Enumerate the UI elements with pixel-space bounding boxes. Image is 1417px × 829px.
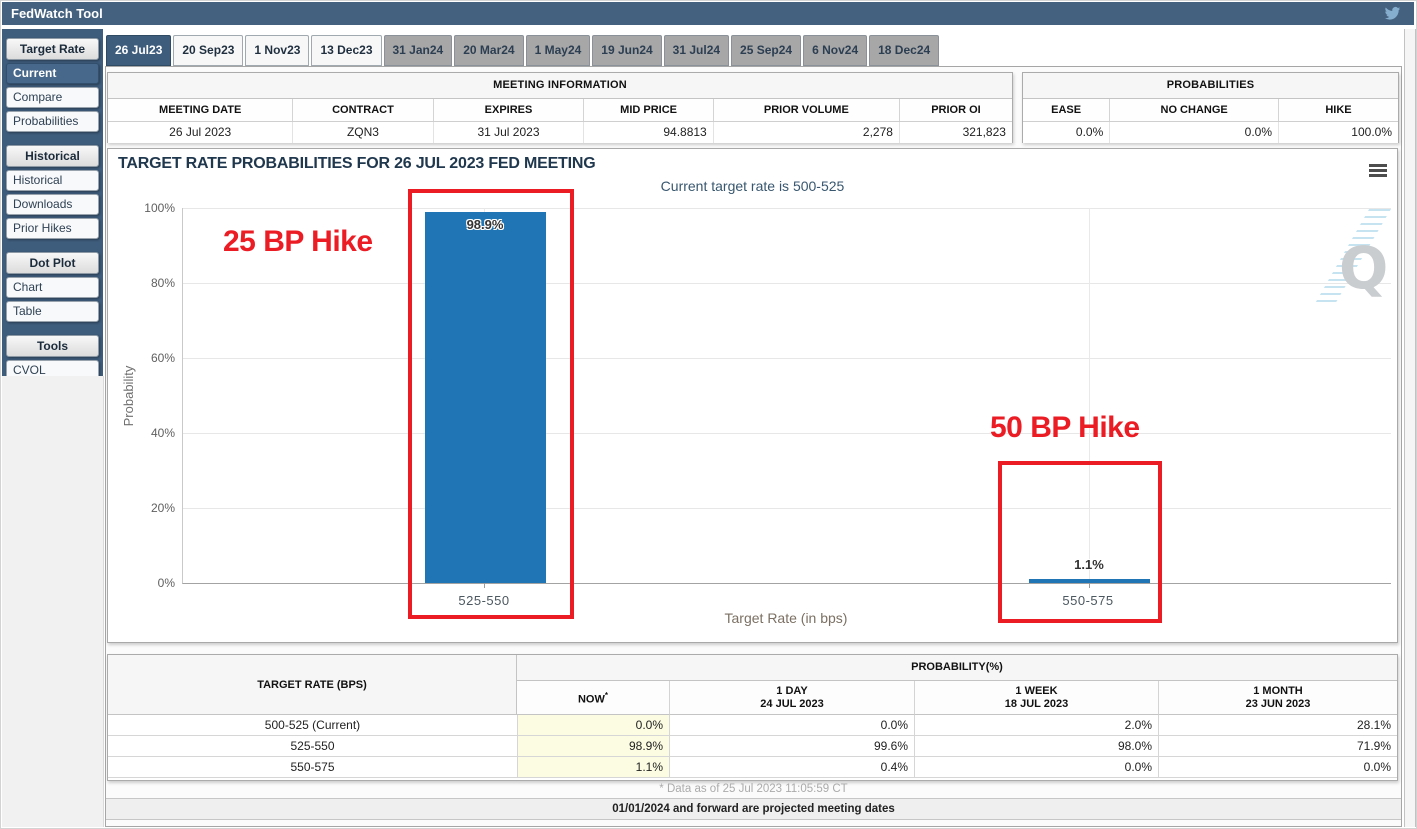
meeting-date-tabs: 26 Jul23 20 Sep23 1 Nov23 13 Dec23 31 Ja… [106,34,939,66]
annotation-text-25bp: 25 BP Hike [223,225,373,259]
value-prior-volume: 2,278 [713,122,899,143]
value-no-change: 0.0% [1109,122,1278,143]
y-tick-0: 0% [115,576,175,590]
cell-550-575-1day: 0.4% [669,757,914,778]
app-title: FedWatch Tool [11,2,103,25]
cell-500-525-1month: 28.1% [1158,715,1397,736]
sidebar-item-historical[interactable]: Historical [6,170,99,191]
sidebar-item-prior-hikes[interactable]: Prior Hikes [6,218,99,239]
cell-525-550-1day: 99.6% [669,736,914,757]
tab-1-may24[interactable]: 1 May24 [526,35,591,66]
col-header-mid-price: MID PRICE [583,99,712,121]
col-header-1-week: 1 WEEK 18 JUL 2023 [914,681,1158,715]
twitter-icon[interactable] [1384,5,1401,22]
row-label-550-575: 550-575 [108,757,517,778]
value-hike: 100.0% [1278,122,1398,143]
sidebar-item-chart[interactable]: Chart [6,277,99,298]
col-header-meeting-date: MEETING DATE [108,99,292,121]
col-header-now: NOW* [517,681,669,715]
left-rail-background [2,376,104,827]
sidebar-header-historical: Historical [6,145,99,167]
target-rate-probabilities-chart: TARGET RATE PROBABILITIES FOR 26 JUL 202… [107,148,1398,643]
data-asof-footnote: * Data as of 25 Jul 2023 11:05:59 CT [106,783,1401,795]
col-header-prior-oi: PRIOR OI [899,99,1012,121]
col-header-prior-volume: PRIOR VOLUME [713,99,899,121]
row-label-500-525: 500-525 (Current) [108,715,517,736]
right-rail-background [1404,29,1416,827]
cell-500-525-1day: 0.0% [669,715,914,736]
probabilities-summary-panel: PROBABILITIES EASE NO CHANGE HIKE 0.0% 0… [1022,72,1399,143]
table-group-header: PROBABILITY(%) [517,655,1397,681]
annotation-box-50bp [998,461,1162,623]
sidebar-item-downloads[interactable]: Downloads [6,194,99,215]
cell-500-525-1week: 2.0% [914,715,1158,736]
y-tick-100: 100% [115,201,175,215]
meeting-information-title: MEETING INFORMATION [108,73,1012,99]
value-expires: 31 Jul 2023 [433,122,584,143]
probabilities-summary-title: PROBABILITIES [1023,73,1398,99]
y-axis-title: Probability [119,306,139,486]
col-header-expires: EXPIRES [433,99,584,121]
cell-500-525-now: 0.0% [517,715,669,736]
sidebar: Target Rate Current Compare Probabilitie… [2,29,103,376]
y-tick-80: 80% [115,276,175,290]
sidebar-item-probabilities[interactable]: Probabilities [6,111,99,132]
value-meeting-date: 26 Jul 2023 [108,122,292,143]
chart-context-menu-icon[interactable] [1369,164,1387,179]
chart-title: TARGET RATE PROBABILITIES FOR 26 JUL 202… [118,155,595,173]
value-prior-oi: 321,823 [899,122,1012,143]
y-tick-20: 20% [115,501,175,515]
tab-25-sep24[interactable]: 25 Sep24 [731,35,801,66]
titlebar: FedWatch Tool [2,2,1414,25]
tab-13-dec23[interactable]: 13 Dec23 [311,35,381,66]
tab-1-nov23[interactable]: 1 Nov23 [245,35,309,66]
col-header-no-change: NO CHANGE [1109,99,1278,121]
tab-18-dec24[interactable]: 18 Dec24 [869,35,939,66]
chart-subtitle: Current target rate is 500-525 [108,178,1397,194]
sidebar-header-target-rate: Target Rate [6,38,99,60]
value-contract: ZQN3 [292,122,432,143]
sidebar-header-tools: Tools [6,335,99,357]
meeting-information-panel: MEETING INFORMATION MEETING DATE CONTRAC… [107,72,1013,143]
cell-550-575-now: 1.1% [517,757,669,778]
annotation-text-50bp: 50 BP Hike [990,411,1140,445]
col-header-ease: EASE [1023,99,1109,121]
tab-31-jan24[interactable]: 31 Jan24 [384,35,453,66]
x-axis-title: Target Rate (in bps) [182,610,1390,626]
sidebar-item-current[interactable]: Current [6,63,99,84]
cell-525-550-1month: 71.9% [1158,736,1397,757]
tab-20-sep23[interactable]: 20 Sep23 [173,35,243,66]
annotation-box-25bp [408,189,574,619]
row-label-525-550: 525-550 [108,736,517,757]
col-header-contract: CONTRACT [292,99,432,121]
plot-area: 98.9% 1.1% [182,208,1391,584]
value-ease: 0.0% [1023,122,1109,143]
sidebar-item-table[interactable]: Table [6,301,99,322]
tab-6-nov24[interactable]: 6 Nov24 [803,35,867,66]
y-tick-60: 60% [115,351,175,365]
table-row-header: TARGET RATE (BPS) [108,655,517,715]
tab-19-jun24[interactable]: 19 Jun24 [592,35,661,66]
col-header-1-day: 1 DAY 24 JUL 2023 [669,681,914,715]
tab-20-mar24[interactable]: 20 Mar24 [454,35,523,66]
y-tick-40: 40% [115,426,175,440]
content-panel: MEETING INFORMATION MEETING DATE CONTRAC… [105,66,1402,827]
tab-26-jul23[interactable]: 26 Jul23 [106,35,171,66]
cell-525-550-1week: 98.0% [914,736,1158,757]
cell-525-550-now: 98.9% [517,736,669,757]
now-footnote-marker: * [605,691,608,700]
cell-550-575-1week: 0.0% [914,757,1158,778]
value-mid-price: 94.8813 [583,122,712,143]
tab-31-jul24[interactable]: 31 Jul24 [664,35,729,66]
cell-550-575-1month: 0.0% [1158,757,1397,778]
sidebar-header-dot-plot: Dot Plot [6,252,99,274]
sidebar-item-compare[interactable]: Compare [6,87,99,108]
col-header-hike: HIKE [1278,99,1398,121]
watermark-q-letter: Q [1339,239,1388,297]
probability-history-table: TARGET RATE (BPS) PROBABILITY(%) NOW* 1 … [107,654,1398,781]
col-header-1-month: 1 MONTH 23 JUN 2023 [1158,681,1397,715]
quikstrike-watermark: Q [1313,209,1391,307]
projection-note: 01/01/2024 and forward are projected mee… [106,798,1401,820]
